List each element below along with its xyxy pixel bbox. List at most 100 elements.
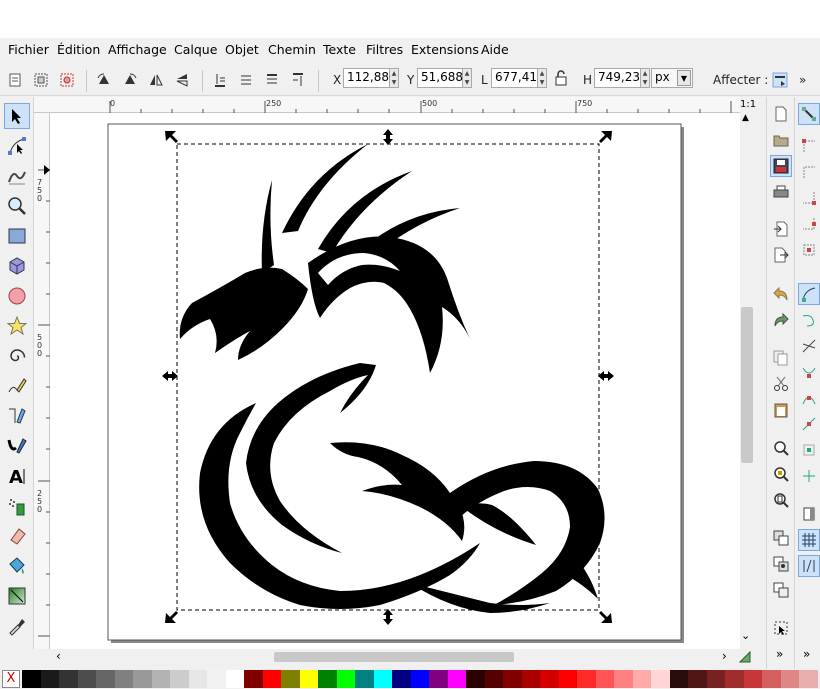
color-swatch[interactable] — [133, 670, 153, 688]
menu-affichage[interactable]: Affichage — [108, 42, 167, 57]
width-input[interactable]: 677,415 — [491, 68, 545, 88]
rectangle-tool-icon[interactable] — [4, 223, 30, 249]
duplicate-icon[interactable] — [770, 527, 792, 549]
color-swatch[interactable] — [281, 670, 301, 688]
paste-icon[interactable] — [770, 399, 792, 421]
print-icon[interactable] — [770, 181, 792, 203]
chevron-right-icon[interactable]: › — [722, 649, 727, 663]
redo-icon[interactable] — [770, 309, 792, 331]
snap-line-midpoints-icon[interactable] — [798, 413, 820, 435]
horizontal-ruler[interactable]: 0 250 500 750 — [34, 97, 740, 113]
gradient-tool-icon[interactable] — [4, 583, 30, 609]
color-swatch[interactable] — [225, 670, 245, 688]
color-swatch[interactable] — [706, 670, 726, 688]
select-same-icon[interactable] — [770, 617, 792, 639]
color-swatch[interactable] — [410, 670, 430, 688]
text-tool-icon[interactable]: A — [4, 463, 30, 489]
color-swatch[interactable] — [373, 670, 393, 688]
height-input[interactable]: 749,231 — [594, 68, 648, 88]
deselect-icon[interactable] — [57, 70, 77, 90]
snap-page-border-icon[interactable] — [798, 503, 820, 525]
lock-icon[interactable] — [554, 70, 568, 86]
new-document-icon[interactable] — [770, 103, 792, 125]
color-swatch[interactable] — [151, 670, 171, 688]
select-all-icon[interactable] — [5, 70, 25, 90]
commands-more[interactable]: » — [776, 647, 783, 661]
snap-bbox-icon[interactable] — [798, 135, 820, 157]
raise-icon[interactable] — [236, 70, 256, 90]
zoom-drawing-icon[interactable] — [770, 463, 792, 485]
horizontal-scroll-thumb[interactable] — [274, 652, 514, 662]
unlink-clone-icon[interactable] — [770, 579, 792, 601]
color-swatch[interactable] — [299, 670, 319, 688]
color-swatch[interactable] — [188, 670, 208, 688]
spiral-tool-icon[interactable] — [4, 343, 30, 369]
lower-icon[interactable] — [262, 70, 282, 90]
paint-bucket-tool-icon[interactable] — [4, 553, 30, 579]
zoom-tool-icon[interactable] — [4, 193, 30, 219]
vertical-ruler[interactable]: 750 500 250 — [34, 113, 50, 649]
color-swatch[interactable] — [651, 670, 671, 688]
color-swatch[interactable] — [207, 670, 227, 688]
color-swatch[interactable] — [77, 670, 97, 688]
horizontal-scrollbar[interactable]: ‹ › — [34, 649, 754, 665]
color-swatch[interactable] — [799, 670, 819, 688]
copy-icon[interactable] — [770, 347, 792, 369]
color-swatch[interactable] — [558, 670, 578, 688]
vertical-scroll-thumb[interactable] — [741, 307, 753, 463]
menu-fichier[interactable]: Fichier — [8, 42, 49, 57]
color-swatch[interactable] — [688, 670, 708, 688]
color-swatch[interactable] — [429, 670, 449, 688]
menu-edition[interactable]: Édition — [57, 42, 100, 57]
color-swatch[interactable] — [466, 670, 486, 688]
menu-texte[interactable]: Texte — [323, 42, 356, 57]
color-swatch[interactable] — [503, 670, 523, 688]
zoom-page-icon[interactable] — [770, 489, 792, 511]
resize-grip-icon[interactable] — [738, 650, 752, 664]
color-swatch[interactable] — [780, 670, 800, 688]
menu-aide[interactable]: Aide — [481, 42, 509, 57]
chevron-left-icon[interactable]: ‹ — [56, 649, 61, 663]
snap-bbox-midpoint-icon[interactable] — [798, 213, 820, 235]
ellipse-tool-icon[interactable] — [4, 283, 30, 309]
export-icon[interactable] — [770, 244, 792, 266]
flip-vertical-icon[interactable] — [172, 70, 192, 90]
height-spinner[interactable]: ▲ ▼ — [641, 68, 650, 88]
snap-cusp-nodes-icon[interactable] — [798, 361, 820, 383]
color-swatch[interactable] — [762, 670, 782, 688]
snap-guides-icon[interactable] — [798, 555, 820, 577]
toolbar-more[interactable]: » — [799, 73, 806, 87]
color-swatch[interactable] — [96, 670, 116, 688]
color-swatch[interactable] — [244, 670, 264, 688]
snap-paths-icon[interactable] — [798, 309, 820, 331]
color-swatch[interactable] — [355, 670, 375, 688]
snap-bbox-edge-icon[interactable] — [798, 161, 820, 183]
eraser-tool-icon[interactable] — [4, 523, 30, 549]
no-color-swatch[interactable]: X — [2, 670, 20, 688]
undo-icon[interactable] — [770, 283, 792, 305]
raise-to-top-icon[interactable] — [210, 70, 230, 90]
snap-rotation-center-icon[interactable] — [798, 465, 820, 487]
select-all-layers-icon[interactable] — [31, 70, 51, 90]
width-spinner[interactable]: ▲ ▼ — [538, 68, 547, 88]
color-swatch[interactable] — [59, 670, 79, 688]
save-icon[interactable] — [770, 155, 792, 177]
snap-object-midpoints-icon[interactable] — [798, 439, 820, 461]
snap-bbox-corner-icon[interactable] — [798, 187, 820, 209]
drawing-canvas[interactable] — [50, 113, 740, 649]
rotate-ccw-icon[interactable] — [94, 70, 114, 90]
menu-extensions[interactable]: Extensions — [411, 42, 479, 57]
color-swatch[interactable] — [540, 670, 560, 688]
chevron-down-icon[interactable]: ⌄ — [741, 629, 750, 642]
snap-smooth-nodes-icon[interactable] — [798, 387, 820, 409]
menu-objet[interactable]: Objet — [225, 42, 259, 57]
color-swatch[interactable] — [484, 670, 504, 688]
menu-chemin[interactable]: Chemin — [268, 42, 316, 57]
zoom-selection-icon[interactable] — [770, 437, 792, 459]
pen-tool-icon[interactable] — [4, 403, 30, 429]
vertical-scrollbar[interactable]: 1:1 ▲ ⌄ — [740, 97, 756, 649]
snap-nodes-icon[interactable] — [798, 283, 820, 305]
color-swatch[interactable] — [632, 670, 652, 688]
color-swatch[interactable] — [595, 670, 615, 688]
snap-intersections-icon[interactable] — [798, 335, 820, 357]
